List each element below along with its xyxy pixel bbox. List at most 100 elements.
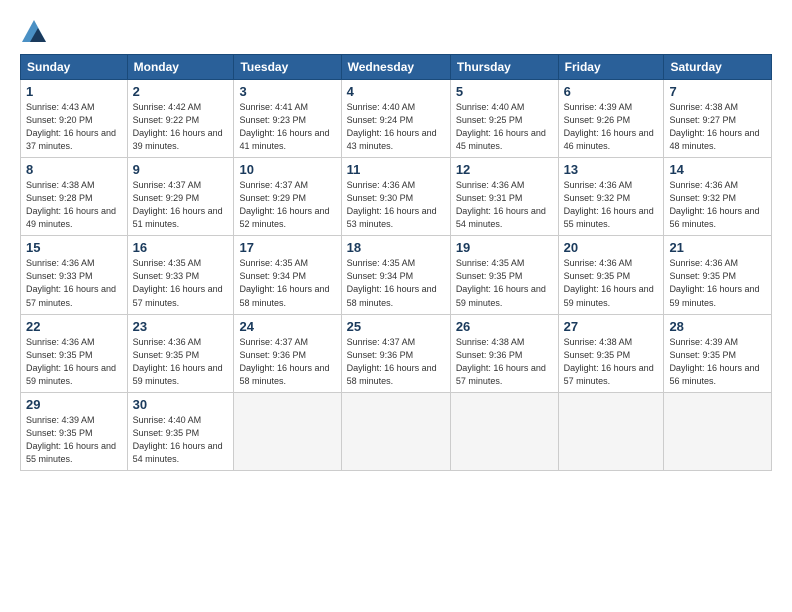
calendar-cell: 25 Sunrise: 4:37 AMSunset: 9:36 PMDayligh… <box>341 314 450 392</box>
day-number: 28 <box>669 319 766 334</box>
logo <box>20 18 50 46</box>
day-number: 30 <box>133 397 229 412</box>
calendar-cell: 7 Sunrise: 4:38 AMSunset: 9:27 PMDaylight… <box>664 80 772 158</box>
day-number: 3 <box>239 84 335 99</box>
day-number: 29 <box>26 397 122 412</box>
day-number: 13 <box>564 162 659 177</box>
calendar-cell: 6Sunrise: 4:39 AMSunset: 9:26 PMDaylight… <box>558 80 664 158</box>
day-number: 8 <box>26 162 122 177</box>
day-number: 1 <box>26 84 122 99</box>
calendar-week-row: 29 Sunrise: 4:39 AMSunset: 9:35 PMDayligh… <box>21 392 772 470</box>
calendar-cell: 1 Sunrise: 4:43 AMSunset: 9:20 PMDaylight… <box>21 80 128 158</box>
calendar-header-tuesday: Tuesday <box>234 55 341 80</box>
day-info: Sunrise: 4:36 AMSunset: 9:31 PMDaylight:… <box>456 179 553 231</box>
calendar-cell: 16 Sunrise: 4:35 AMSunset: 9:33 PMDayligh… <box>127 236 234 314</box>
calendar-cell: 5 Sunrise: 4:40 AMSunset: 9:25 PMDaylight… <box>450 80 558 158</box>
day-info: Sunrise: 4:39 AMSunset: 9:26 PMDaylight:… <box>564 101 659 153</box>
calendar-cell <box>450 392 558 470</box>
calendar-cell: 17 Sunrise: 4:35 AMSunset: 9:34 PMDayligh… <box>234 236 341 314</box>
day-number: 18 <box>347 240 445 255</box>
day-number: 24 <box>239 319 335 334</box>
day-number: 9 <box>133 162 229 177</box>
day-number: 4 <box>347 84 445 99</box>
calendar-header-saturday: Saturday <box>664 55 772 80</box>
calendar-cell: 15Sunrise: 4:36 AMSunset: 9:33 PMDayligh… <box>21 236 128 314</box>
calendar-header-sunday: Sunday <box>21 55 128 80</box>
calendar-cell: 18Sunrise: 4:35 AMSunset: 9:34 PMDayligh… <box>341 236 450 314</box>
calendar-header-friday: Friday <box>558 55 664 80</box>
day-number: 16 <box>133 240 229 255</box>
day-number: 14 <box>669 162 766 177</box>
day-number: 26 <box>456 319 553 334</box>
calendar-table: SundayMondayTuesdayWednesdayThursdayFrid… <box>20 54 772 471</box>
day-info: Sunrise: 4:37 AMSunset: 9:29 PMDaylight:… <box>239 179 335 231</box>
day-info: Sunrise: 4:37 AMSunset: 9:29 PMDaylight:… <box>133 179 229 231</box>
day-number: 25 <box>347 319 445 334</box>
day-number: 2 <box>133 84 229 99</box>
calendar-cell: 10 Sunrise: 4:37 AMSunset: 9:29 PMDayligh… <box>234 158 341 236</box>
calendar-cell: 22Sunrise: 4:36 AMSunset: 9:35 PMDayligh… <box>21 314 128 392</box>
calendar-cell: 14 Sunrise: 4:36 AMSunset: 9:32 PMDayligh… <box>664 158 772 236</box>
day-number: 12 <box>456 162 553 177</box>
day-info: Sunrise: 4:36 AMSunset: 9:32 PMDaylight:… <box>564 179 659 231</box>
calendar-cell: 2 Sunrise: 4:42 AMSunset: 9:22 PMDaylight… <box>127 80 234 158</box>
calendar-header-thursday: Thursday <box>450 55 558 80</box>
day-info: Sunrise: 4:42 AMSunset: 9:22 PMDaylight:… <box>133 101 229 153</box>
logo-icon <box>20 18 48 46</box>
calendar-cell: 21 Sunrise: 4:36 AMSunset: 9:35 PMDayligh… <box>664 236 772 314</box>
day-info: Sunrise: 4:43 AMSunset: 9:20 PMDaylight:… <box>26 101 122 153</box>
calendar-cell <box>234 392 341 470</box>
day-info: Sunrise: 4:35 AMSunset: 9:33 PMDaylight:… <box>133 257 229 309</box>
calendar-cell <box>341 392 450 470</box>
header <box>20 18 772 46</box>
calendar-cell: 9 Sunrise: 4:37 AMSunset: 9:29 PMDaylight… <box>127 158 234 236</box>
day-info: Sunrise: 4:39 AMSunset: 9:35 PMDaylight:… <box>669 336 766 388</box>
calendar-cell: 28 Sunrise: 4:39 AMSunset: 9:35 PMDayligh… <box>664 314 772 392</box>
calendar-cell: 26Sunrise: 4:38 AMSunset: 9:36 PMDayligh… <box>450 314 558 392</box>
calendar-cell: 27 Sunrise: 4:38 AMSunset: 9:35 PMDayligh… <box>558 314 664 392</box>
day-info: Sunrise: 4:40 AMSunset: 9:24 PMDaylight:… <box>347 101 445 153</box>
day-number: 15 <box>26 240 122 255</box>
page: SundayMondayTuesdayWednesdayThursdayFrid… <box>0 0 792 612</box>
calendar-cell: 11 Sunrise: 4:36 AMSunset: 9:30 PMDayligh… <box>341 158 450 236</box>
day-info: Sunrise: 4:35 AMSunset: 9:35 PMDaylight:… <box>456 257 553 309</box>
day-info: Sunrise: 4:35 AMSunset: 9:34 PMDaylight:… <box>239 257 335 309</box>
day-number: 21 <box>669 240 766 255</box>
calendar-cell: 13 Sunrise: 4:36 AMSunset: 9:32 PMDayligh… <box>558 158 664 236</box>
calendar-week-row: 22Sunrise: 4:36 AMSunset: 9:35 PMDayligh… <box>21 314 772 392</box>
calendar-cell: 3 Sunrise: 4:41 AMSunset: 9:23 PMDaylight… <box>234 80 341 158</box>
calendar-header-row: SundayMondayTuesdayWednesdayThursdayFrid… <box>21 55 772 80</box>
calendar-cell <box>558 392 664 470</box>
day-info: Sunrise: 4:37 AMSunset: 9:36 PMDaylight:… <box>347 336 445 388</box>
day-number: 22 <box>26 319 122 334</box>
day-info: Sunrise: 4:38 AMSunset: 9:27 PMDaylight:… <box>669 101 766 153</box>
calendar-cell: 23Sunrise: 4:36 AMSunset: 9:35 PMDayligh… <box>127 314 234 392</box>
day-info: Sunrise: 4:38 AMSunset: 9:28 PMDaylight:… <box>26 179 122 231</box>
day-info: Sunrise: 4:40 AMSunset: 9:25 PMDaylight:… <box>456 101 553 153</box>
day-number: 7 <box>669 84 766 99</box>
day-info: Sunrise: 4:36 AMSunset: 9:32 PMDaylight:… <box>669 179 766 231</box>
calendar-cell: 29 Sunrise: 4:39 AMSunset: 9:35 PMDayligh… <box>21 392 128 470</box>
calendar-week-row: 15Sunrise: 4:36 AMSunset: 9:33 PMDayligh… <box>21 236 772 314</box>
day-number: 10 <box>239 162 335 177</box>
day-info: Sunrise: 4:41 AMSunset: 9:23 PMDaylight:… <box>239 101 335 153</box>
calendar-cell: 30 Sunrise: 4:40 AMSunset: 9:35 PMDayligh… <box>127 392 234 470</box>
calendar-cell: 4 Sunrise: 4:40 AMSunset: 9:24 PMDaylight… <box>341 80 450 158</box>
day-number: 20 <box>564 240 659 255</box>
day-info: Sunrise: 4:37 AMSunset: 9:36 PMDaylight:… <box>239 336 335 388</box>
day-number: 5 <box>456 84 553 99</box>
calendar-cell: 12 Sunrise: 4:36 AMSunset: 9:31 PMDayligh… <box>450 158 558 236</box>
calendar-cell: 20Sunrise: 4:36 AMSunset: 9:35 PMDayligh… <box>558 236 664 314</box>
day-info: Sunrise: 4:38 AMSunset: 9:35 PMDaylight:… <box>564 336 659 388</box>
day-info: Sunrise: 4:39 AMSunset: 9:35 PMDaylight:… <box>26 414 122 466</box>
calendar-header-monday: Monday <box>127 55 234 80</box>
day-number: 11 <box>347 162 445 177</box>
day-number: 17 <box>239 240 335 255</box>
day-info: Sunrise: 4:40 AMSunset: 9:35 PMDaylight:… <box>133 414 229 466</box>
calendar-cell: 8 Sunrise: 4:38 AMSunset: 9:28 PMDaylight… <box>21 158 128 236</box>
day-info: Sunrise: 4:36 AMSunset: 9:30 PMDaylight:… <box>347 179 445 231</box>
calendar-week-row: 1 Sunrise: 4:43 AMSunset: 9:20 PMDaylight… <box>21 80 772 158</box>
calendar-week-row: 8 Sunrise: 4:38 AMSunset: 9:28 PMDaylight… <box>21 158 772 236</box>
day-info: Sunrise: 4:36 AMSunset: 9:35 PMDaylight:… <box>669 257 766 309</box>
day-number: 27 <box>564 319 659 334</box>
